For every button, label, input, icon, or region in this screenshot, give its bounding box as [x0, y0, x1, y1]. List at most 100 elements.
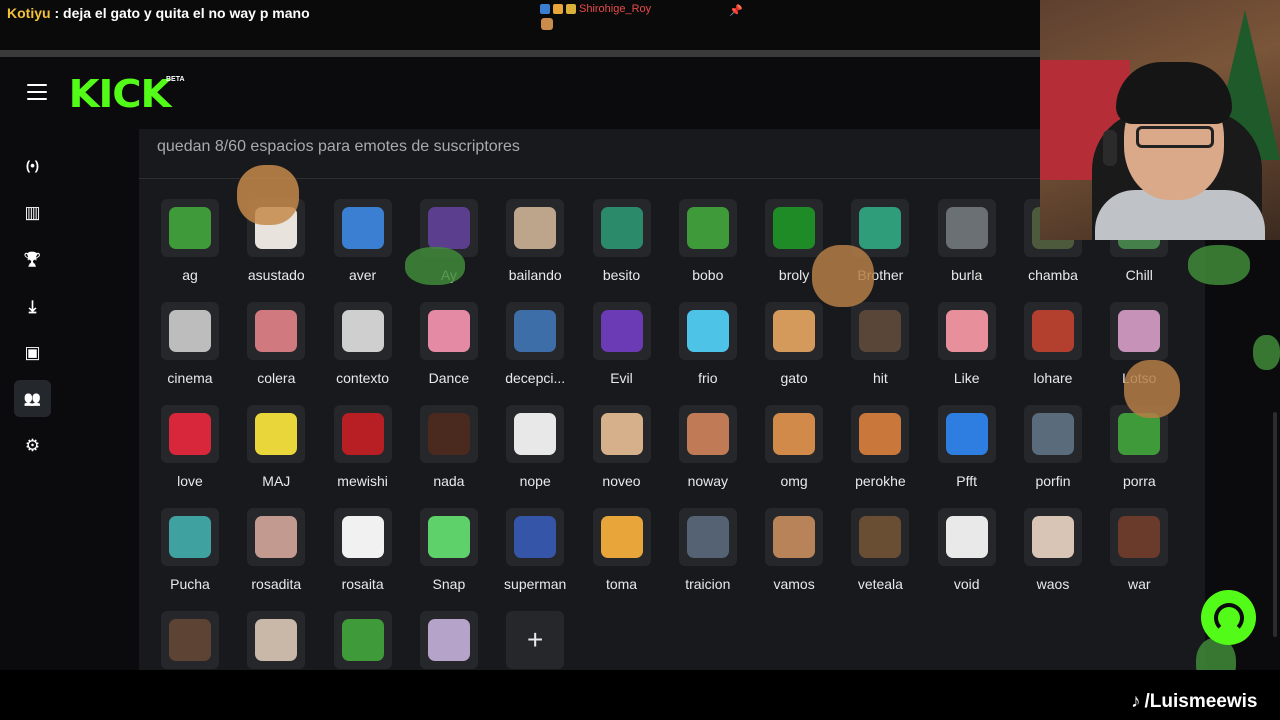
emote-tile[interactable]	[161, 611, 219, 669]
sidebar-item-analytics[interactable]: ▥	[14, 194, 51, 231]
emote-item: Dance	[406, 302, 492, 392]
emote-tile[interactable]	[161, 302, 219, 360]
emote-tile[interactable]	[419, 405, 478, 463]
emote-image	[600, 516, 643, 558]
emote-tile[interactable]	[592, 508, 651, 566]
pin-icon[interactable]: 📌	[729, 4, 743, 17]
chat-separator: :	[54, 5, 60, 21]
sidebar-item-settings[interactable]: ⚙	[14, 427, 51, 464]
emote-tile[interactable]	[1024, 302, 1082, 360]
emote-tile[interactable]	[1024, 508, 1082, 566]
emote-tile[interactable]	[678, 199, 737, 257]
emote-tile[interactable]	[678, 508, 737, 566]
emote-tile[interactable]	[419, 302, 478, 360]
emote-tile[interactable]	[1024, 405, 1082, 463]
emote-image	[255, 413, 298, 455]
emote-tile[interactable]	[506, 302, 565, 360]
emote-tile[interactable]	[333, 199, 392, 257]
emote-image	[686, 310, 729, 352]
sidebar-item-community[interactable]: 👥	[14, 380, 51, 417]
sidebar-item-live[interactable]: (•)	[14, 147, 51, 184]
emote-tile[interactable]	[333, 405, 392, 463]
emote-tile[interactable]	[247, 508, 306, 566]
emote-image	[341, 413, 384, 455]
emote-tile[interactable]	[333, 508, 392, 566]
emote-image	[859, 413, 902, 455]
emote-item: cinema	[147, 302, 233, 392]
emote-tile[interactable]	[678, 302, 737, 360]
emote-tile[interactable]	[247, 405, 306, 463]
emote-tile[interactable]	[1110, 508, 1169, 566]
emote-tile[interactable]	[851, 508, 910, 566]
emote-item: nope	[492, 405, 578, 495]
emote-tile[interactable]	[419, 508, 478, 566]
emote-tile[interactable]	[161, 508, 219, 566]
beta-badge: BETA	[166, 76, 185, 83]
emote-tile[interactable]	[333, 302, 392, 360]
emote-tile[interactable]	[419, 611, 478, 669]
scrollbar[interactable]	[1273, 412, 1277, 637]
emote-image	[427, 619, 470, 661]
emote-tile[interactable]	[851, 302, 910, 360]
kick-logo[interactable]: KICK	[69, 72, 172, 116]
floating-pepe-emote	[1188, 245, 1250, 285]
emote-tile[interactable]	[506, 199, 565, 257]
support-button[interactable]	[1201, 590, 1256, 645]
emote-tile[interactable]	[937, 302, 996, 360]
emote-item: Like	[924, 302, 1010, 392]
hamburger-icon[interactable]	[27, 84, 47, 100]
emote-item: perokhe	[837, 405, 923, 495]
sidebar-item-achievements[interactable]: 🏆	[14, 241, 51, 278]
emote-item: love	[147, 405, 233, 495]
emote-item: war	[1096, 508, 1182, 598]
add-emote-button[interactable]: +	[506, 611, 565, 669]
cat-emote-icon	[541, 18, 553, 30]
emote-image	[514, 413, 557, 455]
tiktok-watermark: ♪ /Luismeewis	[1131, 691, 1258, 713]
emote-tile[interactable]	[678, 405, 737, 463]
emote-tile[interactable]	[765, 405, 824, 463]
emote-tile[interactable]	[592, 199, 651, 257]
emote-tile[interactable]	[247, 302, 306, 360]
emote-image	[773, 207, 816, 249]
emote-tile[interactable]	[592, 405, 651, 463]
emote-image	[169, 413, 211, 455]
emote-tile[interactable]	[765, 508, 824, 566]
emote-image	[773, 516, 816, 558]
emote-tile[interactable]	[765, 199, 824, 257]
sidebar-item-uploads[interactable]: ⤓	[14, 288, 51, 325]
emote-item: aver	[320, 199, 406, 289]
emote-tile[interactable]	[937, 405, 996, 463]
chart-icon: ▥	[24, 202, 41, 222]
emote-image	[600, 207, 643, 249]
emote-tile[interactable]	[592, 302, 651, 360]
emote-item: colera	[233, 302, 319, 392]
emote-image	[686, 413, 729, 455]
emote-tile[interactable]	[1110, 302, 1169, 360]
emote-image	[514, 516, 557, 558]
emote-tile[interactable]	[937, 199, 996, 257]
gift-badge-icon	[553, 4, 563, 14]
emote-tile[interactable]	[506, 508, 565, 566]
gear-icon: ⚙	[24, 435, 41, 455]
emote-tile[interactable]	[851, 405, 910, 463]
emote-tile[interactable]	[247, 611, 306, 669]
emote-tile[interactable]	[765, 302, 824, 360]
emote-image	[1118, 516, 1161, 558]
emote-image	[427, 516, 470, 558]
emote-slots-text: quedan 8/60 espacios para emotes de susc…	[157, 138, 520, 155]
sidebar-item-video[interactable]: ▣	[14, 334, 51, 371]
emote-tile[interactable]	[333, 611, 392, 669]
emote-item: mewishi	[320, 405, 406, 495]
bottom-bar: ♪ /Luismeewis	[0, 670, 1280, 720]
emote-tile[interactable]	[161, 199, 219, 257]
emote-tile[interactable]	[937, 508, 996, 566]
emote-image	[1032, 516, 1074, 558]
emote-item: waos	[1010, 508, 1096, 598]
emote-tile[interactable]	[161, 405, 219, 463]
emote-image	[255, 516, 298, 558]
emote-tile[interactable]	[506, 405, 565, 463]
emote-image	[859, 207, 902, 249]
emote-image	[945, 310, 988, 352]
emote-image	[945, 207, 988, 249]
